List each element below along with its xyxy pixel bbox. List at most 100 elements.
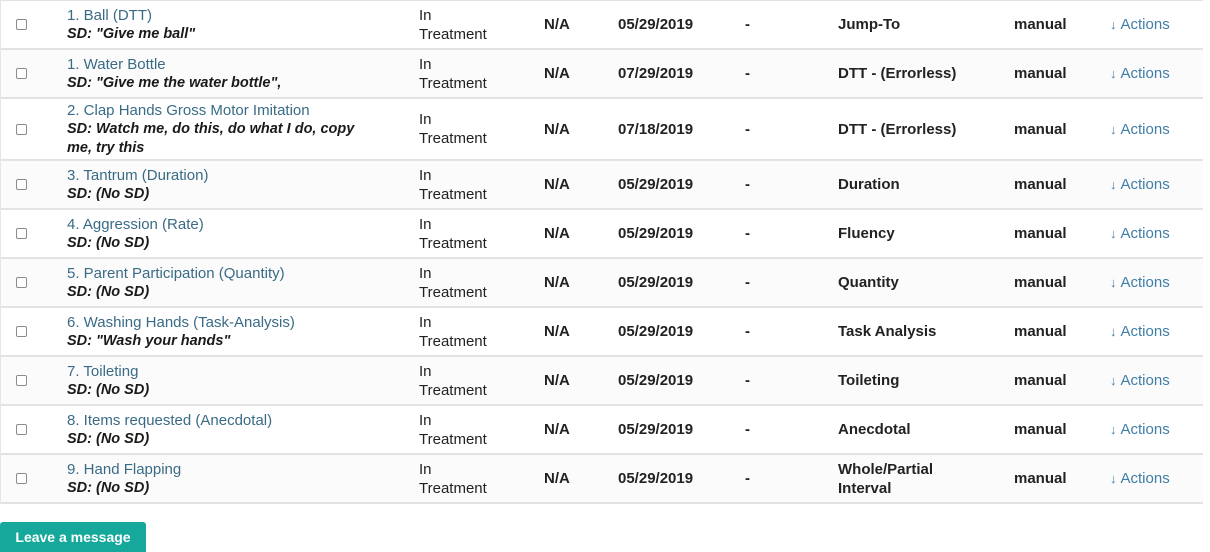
actions-label: Actions [1120,225,1170,242]
empty-value: - [745,274,750,291]
status-text: In [419,166,432,184]
program-name-link[interactable]: 7. Toileting [67,362,138,381]
status-text: In [419,411,432,429]
date-value: 05/29/2019 [618,225,694,242]
status-text: In [419,313,432,331]
program-sd: SD: (No SD) [67,234,150,251]
actions-dropdown[interactable]: ↓ Actions [1110,65,1170,82]
mastery-value: N/A [544,65,570,82]
table-row: 6. Washing Hands (Task-Analysis) SD: "Wa… [1,308,1203,357]
row-checkbox[interactable] [15,473,27,484]
program-name-link[interactable]: 3. Tantrum (Duration) [67,166,208,185]
program-name-link[interactable]: 4. Aggression (Rate) [67,215,204,234]
status-text: In [419,264,432,282]
row-checkbox[interactable] [15,277,27,288]
actions-dropdown[interactable]: ↓ Actions [1110,225,1170,242]
table-row: 9. Hand Flapping SD: (No SD) In Treatment… [1,455,1203,504]
status-cell: In Treatment [419,50,529,97]
program-type: DTT - (Errorless) [838,120,957,138]
actions-dropdown[interactable]: ↓ Actions [1110,16,1170,33]
date-value: 05/29/2019 [618,16,694,33]
row-checkbox[interactable] [15,19,27,30]
program-name-link[interactable]: 2. Clap Hands Gross Motor Imitation [67,101,310,120]
program-type: Toileting [838,372,900,389]
empty-value: - [745,120,750,138]
mode-value: manual [1014,323,1067,340]
row-checkbox[interactable] [15,123,27,135]
program-sd: SD: Watch me, do this, do what I do, cop… [67,120,355,156]
program-sd: SD: "Wash your hands" [67,332,231,349]
status-text: Treatment [419,234,487,252]
actions-label: Actions [1120,421,1170,438]
program-sd: SD: (No SD) [67,283,150,300]
row-checkbox[interactable] [15,179,27,190]
down-arrow-icon: ↓ [1110,275,1117,290]
date-value: 07/18/2019 [618,120,694,138]
program-type: Quantity [838,274,899,291]
status-text: Treatment [419,332,487,350]
status-text: Treatment [419,381,487,399]
status-text: In [419,362,432,380]
program-type: Task Analysis [838,323,937,340]
program-sd: SD: (No SD) [67,430,150,447]
program-name-link[interactable]: 6. Washing Hands (Task-Analysis) [67,313,295,332]
date-value: 05/29/2019 [618,470,694,487]
actions-dropdown[interactable]: ↓ Actions [1110,421,1170,438]
row-checkbox[interactable] [15,424,27,435]
actions-dropdown[interactable]: ↓ Actions [1110,372,1170,389]
actions-label: Actions [1120,120,1170,138]
empty-value: - [745,323,750,340]
mastery-value: N/A [544,421,570,438]
down-arrow-icon: ↓ [1110,422,1117,437]
status-cell: In Treatment [419,99,529,159]
down-arrow-icon: ↓ [1110,471,1117,486]
leave-a-message-button[interactable]: Leave a message [0,522,146,552]
actions-dropdown[interactable]: ↓ Actions [1110,470,1170,487]
program-type: DTT - (Errorless) [838,65,957,82]
program-name-link[interactable]: 8. Items requested (Anecdotal) [67,411,272,430]
down-arrow-icon: ↓ [1110,121,1117,137]
program-type: Jump-To [838,16,901,33]
actions-label: Actions [1120,65,1170,82]
status-text: Treatment [419,479,487,497]
status-cell: In Treatment [419,455,529,502]
mastery-value: N/A [544,225,570,242]
program-sd: SD: (No SD) [67,185,150,202]
row-checkbox[interactable] [15,68,27,79]
row-checkbox[interactable] [15,375,27,386]
program-type: Fluency [838,225,895,242]
table-row: 4. Aggression (Rate) SD: (No SD) In Treat… [1,210,1203,259]
row-checkbox[interactable] [15,228,27,239]
mastery-value: N/A [544,274,570,291]
empty-value: - [745,176,750,193]
empty-value: - [745,225,750,242]
actions-dropdown[interactable]: ↓ Actions [1110,176,1170,193]
actions-dropdown[interactable]: ↓ Actions [1110,323,1170,340]
down-arrow-icon: ↓ [1110,177,1117,192]
table-row: 3. Tantrum (Duration) SD: (No SD) In Trea… [1,161,1203,210]
status-text: Treatment [419,185,487,203]
status-text: In [419,460,432,478]
empty-value: - [745,16,750,33]
mode-value: manual [1014,372,1067,389]
actions-dropdown[interactable]: ↓ Actions [1110,274,1170,291]
table-row: 1. Water Bottle SD: "Give me the water b… [1,50,1203,99]
status-text: Treatment [419,25,487,43]
actions-label: Actions [1120,323,1170,340]
program-name-link[interactable]: 9. Hand Flapping [67,460,181,479]
mastery-value: N/A [544,323,570,340]
program-sd: SD: "Give me the water bottle", [67,74,282,91]
table-row: 2. Clap Hands Gross Motor Imitation SD: … [1,99,1203,161]
program-name-link[interactable]: 1. Ball (DTT) [67,6,152,25]
row-checkbox[interactable] [15,326,27,337]
mode-value: manual [1014,120,1067,138]
down-arrow-icon: ↓ [1110,373,1117,388]
mastery-value: N/A [544,372,570,389]
status-text: In [419,55,432,73]
mode-value: manual [1014,16,1067,33]
actions-label: Actions [1120,372,1170,389]
program-name-link[interactable]: 5. Parent Participation (Quantity) [67,264,285,283]
table-row: 8. Items requested (Anecdotal) SD: (No S… [1,406,1203,455]
actions-dropdown[interactable]: ↓ Actions [1110,121,1170,138]
program-name-link[interactable]: 1. Water Bottle [67,55,166,74]
